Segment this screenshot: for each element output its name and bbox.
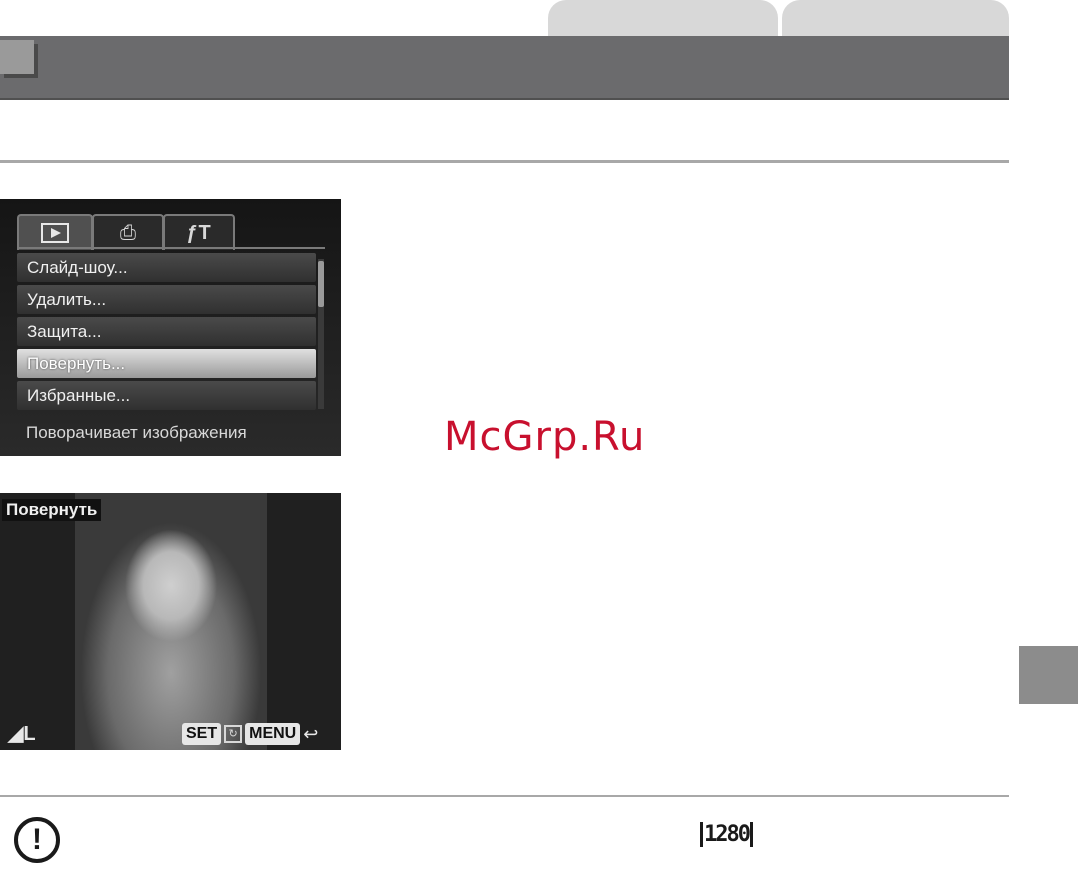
scrollbar-thumb[interactable] xyxy=(318,261,324,307)
image-size-icon: ◢L xyxy=(8,723,36,745)
rotate-screen: Повернуть ◢L SET ↻ MENU ↩ xyxy=(0,493,341,750)
chapter-tab-right xyxy=(782,0,1009,36)
menu-button[interactable]: MENU xyxy=(245,723,301,745)
top-rule xyxy=(0,160,1009,163)
photo-preview xyxy=(75,493,267,750)
side-index-tab xyxy=(1019,646,1078,704)
set-button[interactable]: SET xyxy=(182,723,222,745)
tools-icon: ƒT xyxy=(186,221,212,244)
rotate-title: Повернуть xyxy=(2,499,102,521)
watermark: McGrp.Ru xyxy=(444,414,646,460)
menu-item-slideshow[interactable]: Слайд-шоу... xyxy=(17,253,316,282)
camera-menu-screen: ⎙ ƒT Слайд-шоу... Удалить... Защита... П… xyxy=(0,199,341,456)
button-guide: SET ↻ MENU ↩ xyxy=(182,723,318,745)
chapter-tab-left xyxy=(548,0,778,36)
section-marker xyxy=(0,40,34,74)
section-header-bar xyxy=(0,36,1009,100)
play-icon xyxy=(41,223,69,243)
menu-item-protect[interactable]: Защита... xyxy=(17,317,316,346)
menu-list: Слайд-шоу... Удалить... Защита... Поверн… xyxy=(17,253,316,413)
size-label: L xyxy=(23,723,36,745)
menu-item-favorites[interactable]: Избранные... xyxy=(17,381,316,410)
tab-print[interactable]: ⎙ xyxy=(92,214,164,250)
tab-tools[interactable]: ƒT xyxy=(163,214,235,250)
header-divider xyxy=(0,98,1009,100)
bottom-rule xyxy=(0,795,1009,797)
menu-description: Поворачивает изображения xyxy=(26,423,247,442)
rotate-icon: ↻ xyxy=(224,725,243,743)
print-icon: ⎙ xyxy=(120,221,136,244)
tab-playback[interactable] xyxy=(17,214,93,250)
tab-underline xyxy=(17,247,325,249)
menu-item-rotate[interactable]: Повернуть... xyxy=(17,349,316,378)
back-icon: ↩ xyxy=(303,723,319,744)
resolution-icon: 1280 xyxy=(700,822,753,847)
menu-item-erase[interactable]: Удалить... xyxy=(17,285,316,314)
caution-icon: ! xyxy=(14,817,60,863)
